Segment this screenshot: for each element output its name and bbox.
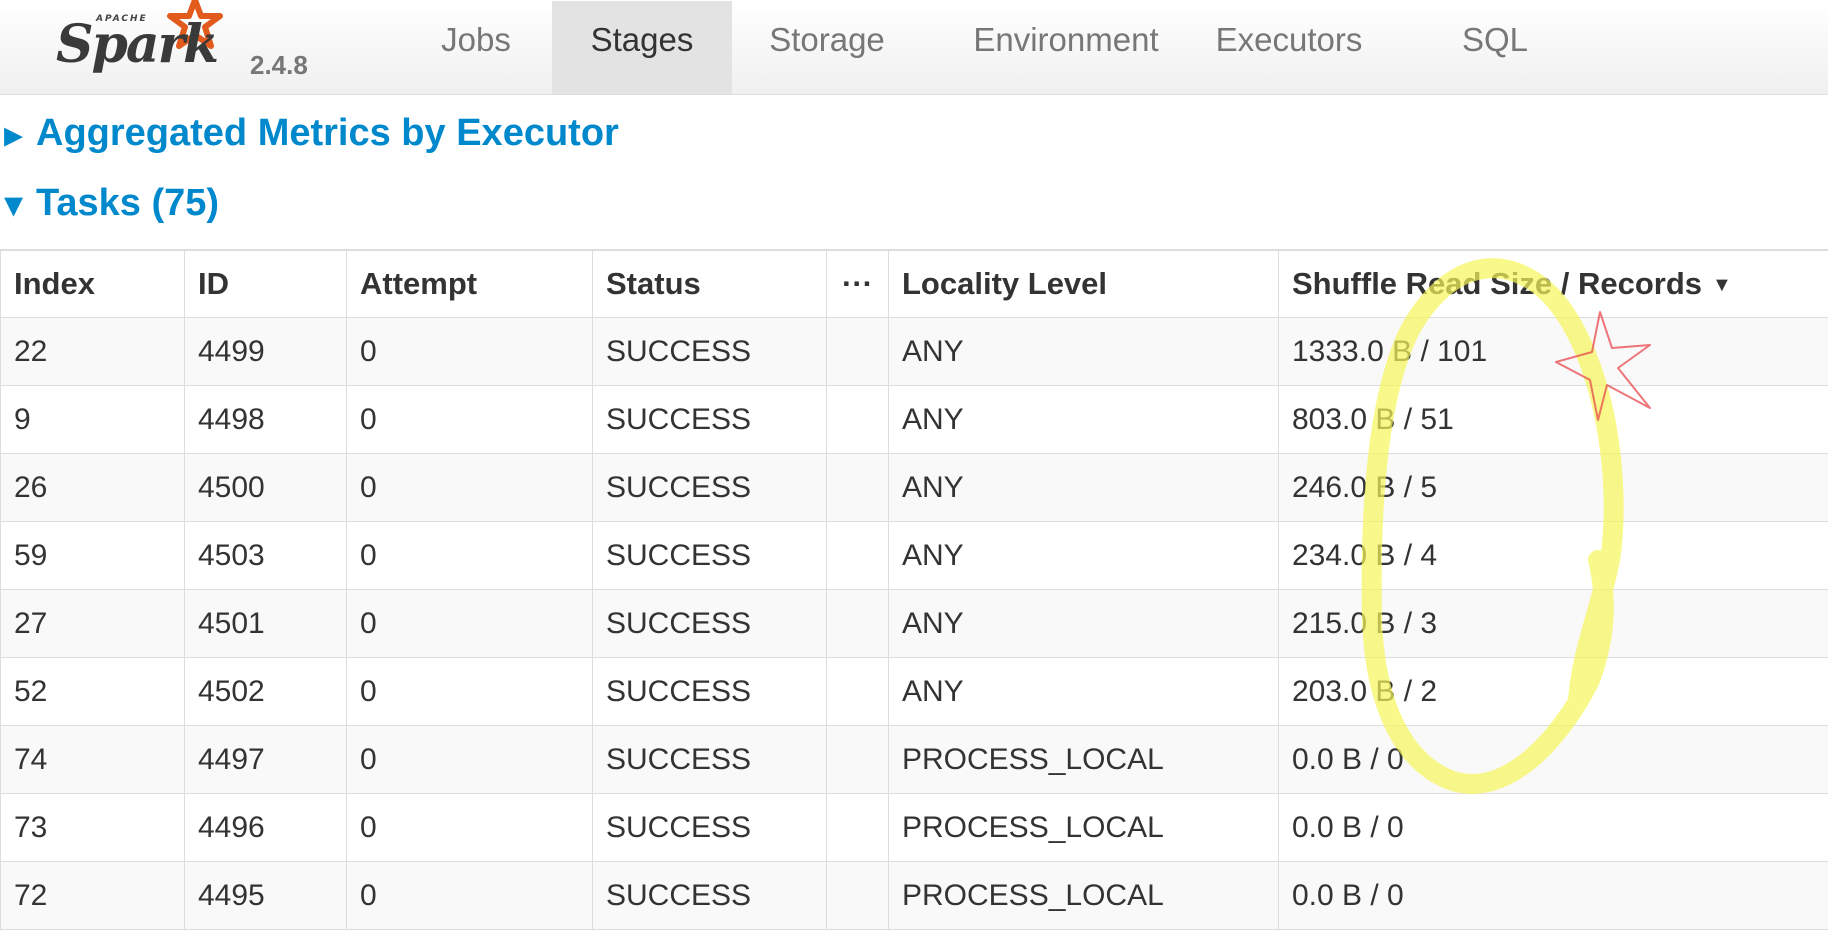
cell-index: 26 bbox=[1, 454, 185, 522]
spark-logo[interactable]: APACHE Spark 2.4.8 bbox=[54, 2, 314, 92]
column-header-locality-level[interactable]: Locality Level bbox=[889, 250, 1279, 318]
cell-locality-level: ANY bbox=[889, 454, 1279, 522]
cell-shuffle-read: 0.0 B / 0 bbox=[1279, 862, 1828, 930]
cell-id: 4497 bbox=[185, 726, 347, 794]
cell-attempt: 0 bbox=[347, 318, 593, 386]
navbar: APACHE Spark 2.4.8 Jobs StagesStorage Envi… bbox=[0, 0, 1828, 95]
cell-attempt: 0 bbox=[347, 454, 593, 522]
cell-shuffle-read: 215.0 B / 3 bbox=[1279, 590, 1828, 658]
column-header-shuffle-read[interactable]: Shuffle Read Size / Records ▼ bbox=[1279, 250, 1828, 318]
table-row: 7244950SUCCESS PROCESS_LOCAL0.0 B / 0 bbox=[1, 862, 1828, 930]
cell-attempt: 0 bbox=[347, 590, 593, 658]
cell-id: 4495 bbox=[185, 862, 347, 930]
table-row: 2244990SUCCESS ANY1333.0 B / 101 bbox=[1, 318, 1828, 386]
cell-status: SUCCESS bbox=[593, 386, 827, 454]
cell-status: SUCCESS bbox=[593, 658, 827, 726]
cell-locality-level: ANY bbox=[889, 386, 1279, 454]
cell-attempt: 0 bbox=[347, 862, 593, 930]
cell-hidden-columns bbox=[827, 318, 889, 386]
cell-index: 22 bbox=[1, 318, 185, 386]
cell-shuffle-read: 234.0 B / 4 bbox=[1279, 522, 1828, 590]
table-row: 7344960SUCCESS PROCESS_LOCAL0.0 B / 0 bbox=[1, 794, 1828, 862]
cell-status: SUCCESS bbox=[593, 794, 827, 862]
cell-locality-level: ANY bbox=[889, 658, 1279, 726]
nav-tab-jobs[interactable]: Jobs bbox=[424, 1, 528, 94]
cell-index: 59 bbox=[1, 522, 185, 590]
cell-hidden-columns bbox=[827, 794, 889, 862]
cell-hidden-columns bbox=[827, 658, 889, 726]
cell-shuffle-read: 203.0 B / 2 bbox=[1279, 658, 1828, 726]
cell-index: 72 bbox=[1, 862, 185, 930]
column-header-index[interactable]: Index bbox=[1, 250, 185, 318]
cell-index: 27 bbox=[1, 590, 185, 658]
spark-version: 2.4.8 bbox=[250, 50, 308, 81]
table-row: 944980SUCCESS ANY803.0 B / 51 bbox=[1, 386, 1828, 454]
cell-locality-level: ANY bbox=[889, 590, 1279, 658]
cell-id: 4499 bbox=[185, 318, 347, 386]
column-header-id[interactable]: ID bbox=[185, 250, 347, 318]
cell-index: 9 bbox=[1, 386, 185, 454]
cell-locality-level: PROCESS_LOCAL bbox=[889, 726, 1279, 794]
aggregated-metrics-title: Aggregated Metrics by Executor bbox=[36, 112, 619, 155]
cell-status: SUCCESS bbox=[593, 522, 827, 590]
cell-shuffle-read: 803.0 B / 51 bbox=[1279, 386, 1828, 454]
cell-index: 74 bbox=[1, 726, 185, 794]
cell-locality-level: ANY bbox=[889, 318, 1279, 386]
table-row: 2645000SUCCESS ANY246.0 B / 5 bbox=[1, 454, 1828, 522]
cell-hidden-columns bbox=[827, 726, 889, 794]
caret-right-icon: ▸ bbox=[4, 112, 23, 157]
tasks-table: Index ID Attempt Status ··· Locality Lev… bbox=[0, 249, 1828, 930]
cell-id: 4496 bbox=[185, 794, 347, 862]
nav-tab-executors[interactable]: Executors bbox=[1194, 1, 1384, 94]
caret-down-icon: ▾ bbox=[4, 182, 23, 227]
cell-hidden-columns bbox=[827, 590, 889, 658]
nav-tab-sql[interactable]: SQL bbox=[1428, 1, 1562, 94]
tasks-title: Tasks (75) bbox=[36, 182, 219, 225]
cell-hidden-columns bbox=[827, 522, 889, 590]
column-header-status[interactable]: Status bbox=[593, 250, 827, 318]
tasks-table-body: 2244990SUCCESSANY1333.0 B / 101944980SUC… bbox=[1, 318, 1828, 930]
table-row: 2745010SUCCESS ANY215.0 B / 3 bbox=[1, 590, 1828, 658]
cell-shuffle-read: 246.0 B / 5 bbox=[1279, 454, 1828, 522]
cell-shuffle-read: 1333.0 B / 101 bbox=[1279, 318, 1828, 386]
cell-attempt: 0 bbox=[347, 522, 593, 590]
cell-locality-level: ANY bbox=[889, 522, 1279, 590]
cell-id: 4503 bbox=[185, 522, 347, 590]
cell-attempt: 0 bbox=[347, 794, 593, 862]
cell-index: 73 bbox=[1, 794, 185, 862]
cell-id: 4498 bbox=[185, 386, 347, 454]
cell-status: SUCCESS bbox=[593, 726, 827, 794]
cell-status: SUCCESS bbox=[593, 454, 827, 522]
table-header-row: Index ID Attempt Status ··· Locality Lev… bbox=[1, 250, 1828, 318]
column-header-shuffle-read-label: Shuffle Read Size / Records bbox=[1292, 266, 1702, 301]
cell-locality-level: PROCESS_LOCAL bbox=[889, 794, 1279, 862]
nav-tab-storage[interactable]: Storage bbox=[740, 1, 914, 94]
column-header-attempt[interactable]: Attempt bbox=[347, 250, 593, 318]
cell-shuffle-read: 0.0 B / 0 bbox=[1279, 726, 1828, 794]
cell-hidden-columns bbox=[827, 454, 889, 522]
table-row: 5245020SUCCESS ANY203.0 B / 2 bbox=[1, 658, 1828, 726]
cell-shuffle-read: 0.0 B / 0 bbox=[1279, 794, 1828, 862]
nav-tab-environment[interactable]: Environment bbox=[944, 1, 1188, 94]
cell-hidden-columns bbox=[827, 862, 889, 930]
cell-id: 4502 bbox=[185, 658, 347, 726]
cell-locality-level: PROCESS_LOCAL bbox=[889, 862, 1279, 930]
cell-attempt: 0 bbox=[347, 386, 593, 454]
table-row: 7444970SUCCESS PROCESS_LOCAL0.0 B / 0 bbox=[1, 726, 1828, 794]
sort-descending-icon: ▼ bbox=[1712, 274, 1732, 296]
cell-attempt: 0 bbox=[347, 726, 593, 794]
brand-name: Spark bbox=[56, 14, 217, 75]
cell-hidden-columns bbox=[827, 386, 889, 454]
cell-status: SUCCESS bbox=[593, 318, 827, 386]
cell-id: 4500 bbox=[185, 454, 347, 522]
cell-id: 4501 bbox=[185, 590, 347, 658]
hidden-columns-ellipsis[interactable]: ··· bbox=[827, 250, 889, 318]
nav-tab-stages[interactable]: Stages bbox=[552, 1, 732, 94]
cell-status: SUCCESS bbox=[593, 590, 827, 658]
cell-index: 52 bbox=[1, 658, 185, 726]
cell-attempt: 0 bbox=[347, 658, 593, 726]
table-row: 5945030SUCCESS ANY234.0 B / 4 bbox=[1, 522, 1828, 590]
cell-status: SUCCESS bbox=[593, 862, 827, 930]
